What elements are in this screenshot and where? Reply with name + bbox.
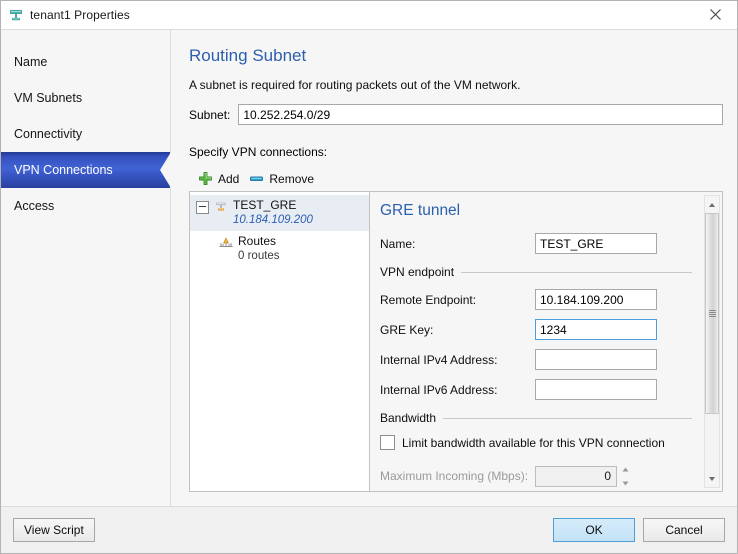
field-row-internal-ipv6: Internal IPv6 Address: bbox=[380, 379, 692, 401]
group-divider bbox=[443, 417, 692, 419]
scrollbar-grip-icon bbox=[708, 309, 716, 318]
specify-vpn-label: Specify VPN connections: bbox=[189, 145, 328, 159]
internal-ipv4-label: Internal IPv4 Address: bbox=[380, 352, 498, 367]
close-icon[interactable] bbox=[693, 1, 737, 28]
limit-bandwidth-checkbox[interactable] bbox=[380, 435, 395, 451]
remote-endpoint-input[interactable] bbox=[535, 289, 657, 311]
remote-endpoint-label: Remote Endpoint: bbox=[380, 292, 477, 307]
subnet-input[interactable] bbox=[238, 104, 723, 125]
dialog-body: Name VM Subnets Connectivity VPN Connect… bbox=[1, 29, 737, 506]
ok-button[interactable]: OK bbox=[553, 518, 635, 542]
tree-item-name: TEST_GRE bbox=[233, 198, 297, 213]
scroll-down-icon[interactable] bbox=[705, 470, 719, 487]
internal-ipv4-input[interactable] bbox=[535, 349, 657, 371]
sidebar-item-access[interactable]: Access bbox=[1, 188, 170, 224]
field-row-remote-endpoint: Remote Endpoint: bbox=[380, 289, 692, 311]
minus-icon bbox=[249, 171, 264, 186]
tree-item-routes[interactable]: Routes 0 routes bbox=[190, 231, 369, 267]
sidebar-nav: Name VM Subnets Connectivity VPN Connect… bbox=[1, 30, 171, 506]
name-label: Name: bbox=[380, 236, 416, 251]
routes-icon bbox=[218, 235, 234, 251]
vpn-endpoint-group-label: VPN endpoint bbox=[380, 265, 455, 280]
sidebar-item-label: Access bbox=[14, 199, 55, 213]
sidebar-item-label: VM Subnets bbox=[14, 91, 83, 105]
title-bar: tenant1 Properties bbox=[1, 1, 737, 29]
group-divider bbox=[461, 271, 692, 273]
network-tenant-icon bbox=[8, 7, 24, 23]
bandwidth-group-label: Bandwidth bbox=[380, 411, 437, 426]
sidebar-item-vpn-connections[interactable]: VPN Connections bbox=[1, 152, 171, 188]
sidebar-item-vm-subnets[interactable]: VM Subnets bbox=[1, 80, 170, 116]
internal-ipv6-input[interactable] bbox=[535, 379, 657, 401]
limit-bandwidth-label: Limit bandwidth available for this VPN c… bbox=[402, 435, 665, 450]
page-title: Routing Subnet bbox=[189, 46, 307, 65]
add-button[interactable]: Add bbox=[195, 168, 246, 190]
field-row-gre-key: GRE Key: bbox=[380, 319, 692, 341]
gre-key-input[interactable] bbox=[535, 319, 657, 341]
max-incoming-label: Maximum Incoming (Mbps): bbox=[380, 469, 529, 484]
vpn-connections-tree: TEST_GRE 10.184.109.200 Routes 0 routes bbox=[190, 192, 370, 491]
scrollbar-track[interactable] bbox=[705, 213, 719, 470]
vpn-toolbar: Add Remove bbox=[189, 166, 723, 191]
subnet-row: Subnet: bbox=[189, 104, 723, 125]
name-input[interactable] bbox=[535, 233, 657, 255]
gre-key-label: GRE Key: bbox=[380, 322, 434, 337]
sidebar-item-name[interactable]: Name bbox=[1, 44, 170, 80]
tree-item-text: Routes 0 routes bbox=[238, 234, 280, 264]
field-row-internal-ipv4: Internal IPv4 Address: bbox=[380, 349, 692, 371]
limit-bandwidth-row[interactable]: Limit bandwidth available for this VPN c… bbox=[380, 435, 692, 451]
detail-scrollbar[interactable] bbox=[704, 195, 720, 488]
routes-count: 0 routes bbox=[238, 250, 280, 263]
subnet-label: Subnet: bbox=[189, 107, 231, 122]
sidebar-item-label: Name bbox=[14, 55, 48, 69]
main-pane: Routing Subnet A subnet is required for … bbox=[171, 30, 737, 506]
detail-title: GRE tunnel bbox=[380, 202, 461, 220]
plus-icon bbox=[198, 171, 213, 186]
collapse-icon[interactable] bbox=[196, 201, 209, 215]
max-incoming-stepper[interactable] bbox=[535, 462, 630, 490]
field-row-max-incoming: Maximum Incoming (Mbps): bbox=[380, 462, 692, 490]
vpn-connection-icon bbox=[213, 199, 229, 215]
sidebar-item-label: Connectivity bbox=[14, 127, 83, 141]
vpn-endpoint-group-header: VPN endpoint bbox=[380, 265, 692, 279]
connection-detail-pane: GRE tunnel Name: VPN endpoint Remote End… bbox=[370, 192, 722, 491]
scroll-up-icon[interactable] bbox=[705, 196, 719, 214]
field-row-name: Name: bbox=[380, 233, 692, 255]
tree-item-text: TEST_GRE 10.184.109.200 bbox=[233, 198, 313, 228]
sidebar-item-label: VPN Connections bbox=[14, 163, 113, 177]
scrollbar-thumb[interactable] bbox=[705, 213, 719, 414]
tree-item-vpn-connection[interactable]: TEST_GRE 10.184.109.200 bbox=[190, 195, 369, 232]
add-label: Add bbox=[218, 171, 240, 186]
stepper-up-icon[interactable] bbox=[621, 462, 630, 476]
internal-ipv6-label: Internal IPv6 Address: bbox=[380, 382, 498, 397]
max-incoming-input[interactable] bbox=[535, 465, 617, 487]
window-title: tenant1 Properties bbox=[30, 8, 130, 22]
tree-item-address: 10.184.109.200 bbox=[233, 214, 313, 227]
vpn-connections-split: TEST_GRE 10.184.109.200 Routes 0 routes … bbox=[189, 191, 723, 492]
stepper-down-icon[interactable] bbox=[621, 476, 630, 490]
page-description: A subnet is required for routing packets… bbox=[189, 78, 521, 92]
bandwidth-group-header: Bandwidth bbox=[380, 411, 692, 425]
cancel-button[interactable]: Cancel bbox=[643, 518, 725, 542]
sidebar-item-connectivity[interactable]: Connectivity bbox=[1, 116, 170, 152]
stepper-buttons[interactable] bbox=[621, 462, 630, 490]
routes-label: Routes bbox=[238, 234, 277, 249]
properties-dialog: tenant1 Properties Name VM Subnets Conne… bbox=[0, 0, 738, 554]
remove-button[interactable]: Remove bbox=[246, 168, 321, 190]
view-script-button[interactable]: View Script bbox=[13, 518, 95, 542]
dialog-footer: View Script OK Cancel bbox=[1, 506, 737, 553]
remove-label: Remove bbox=[269, 171, 315, 186]
